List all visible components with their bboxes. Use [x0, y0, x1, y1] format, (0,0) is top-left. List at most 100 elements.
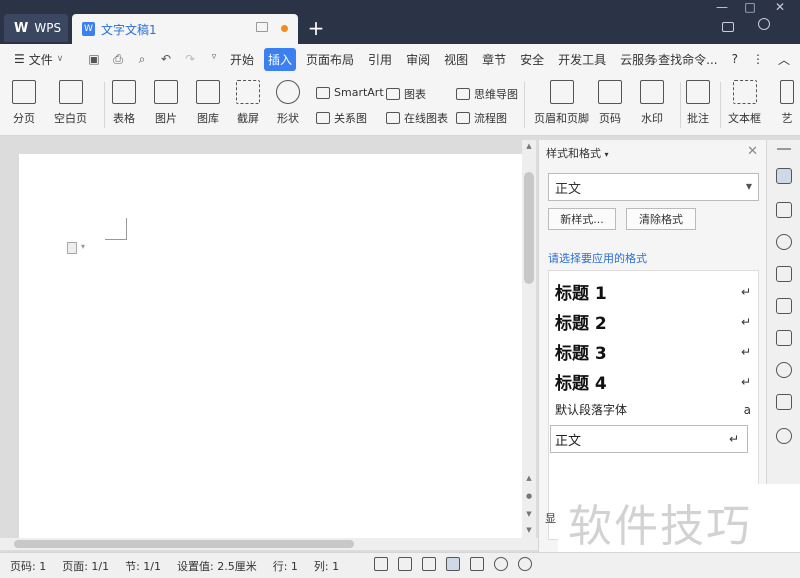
- eye-protection-icon[interactable]: [518, 557, 532, 571]
- show-option-label[interactable]: 显: [545, 510, 556, 526]
- customize-chevron-icon[interactable]: ▿: [206, 52, 222, 67]
- shape-button[interactable]: 形状: [276, 80, 300, 126]
- page-view-icon[interactable]: [446, 557, 460, 571]
- mindmap-button[interactable]: 思维导图: [456, 86, 518, 102]
- archive-icon[interactable]: [776, 394, 792, 410]
- select-cursor-icon[interactable]: [776, 202, 792, 218]
- online-chart-label: 在线图表: [404, 112, 448, 125]
- wordart-button[interactable]: 艺: [780, 80, 794, 126]
- status-pages[interactable]: 页面: 1/1: [62, 558, 109, 574]
- file-menu[interactable]: ☰ 文件 ∨: [0, 51, 80, 68]
- picture-panel-icon[interactable]: [776, 298, 792, 314]
- star-icon[interactable]: [776, 330, 792, 346]
- new-tab-button[interactable]: +: [306, 16, 326, 40]
- undo-icon[interactable]: ↶: [158, 52, 174, 67]
- help-icon[interactable]: ?: [732, 52, 738, 66]
- status-section[interactable]: 节: 1/1: [125, 558, 161, 574]
- tab-security[interactable]: 安全: [516, 48, 548, 71]
- comment-button[interactable]: 批注: [686, 80, 710, 126]
- styles-pen-icon[interactable]: [776, 168, 792, 184]
- flowchart-button[interactable]: 流程图: [456, 110, 507, 126]
- textbox-button[interactable]: 文本框: [728, 80, 761, 126]
- clear-format-button[interactable]: 清除格式: [626, 208, 696, 230]
- status-setting[interactable]: 设置值: 2.5厘米: [177, 558, 257, 574]
- status-column[interactable]: 列: 1: [314, 558, 339, 574]
- scroll-down-page-icon[interactable]: ▼: [522, 510, 536, 518]
- smartart-label: SmartArt: [334, 86, 384, 99]
- tab-page-layout[interactable]: 页面布局: [302, 48, 358, 71]
- tab-chapter[interactable]: 章节: [478, 48, 510, 71]
- style-heading-3[interactable]: 标题 3 ↵: [555, 339, 751, 364]
- document-tab[interactable]: W 文字文稿1: [72, 14, 298, 44]
- print-preview-icon[interactable]: ⌕: [134, 52, 150, 67]
- reading-mode-icon[interactable]: [398, 557, 412, 571]
- tab-developer[interactable]: 开发工具: [554, 48, 610, 71]
- tab-list-icon[interactable]: [722, 22, 734, 32]
- web-view-icon[interactable]: [494, 557, 508, 571]
- vertical-scrollbar[interactable]: ▲ ▲ ● ▼ ▼: [522, 140, 536, 538]
- style-heading-4[interactable]: 标题 4 ↵: [555, 369, 751, 394]
- style-heading-3-label: 标题 3: [555, 344, 607, 364]
- screenshot-button[interactable]: 截屏: [236, 80, 260, 126]
- pen-mode-icon[interactable]: [422, 557, 436, 571]
- chart-button[interactable]: 图表: [386, 86, 426, 102]
- command-search[interactable]: ⌕查找命令...: [651, 51, 717, 68]
- tab-references[interactable]: 引用: [364, 48, 396, 71]
- document-page[interactable]: ▾: [19, 154, 522, 538]
- tab-view[interactable]: 视图: [440, 48, 472, 71]
- print-icon[interactable]: ⎙: [110, 52, 126, 67]
- paste-options-chevron-icon[interactable]: ▾: [81, 242, 85, 251]
- new-style-button[interactable]: 新样式...: [548, 208, 616, 230]
- vertical-scroll-thumb[interactable]: [524, 172, 534, 284]
- monitor-icon[interactable]: [256, 22, 268, 32]
- fullscreen-icon[interactable]: [374, 557, 388, 571]
- tab-review[interactable]: 审阅: [402, 48, 434, 71]
- close-panel-icon[interactable]: ✕: [747, 144, 758, 159]
- save-icon[interactable]: ▣: [86, 52, 102, 67]
- horizontal-scrollbar[interactable]: [0, 538, 538, 550]
- current-style-select[interactable]: 正文 ▼: [548, 173, 759, 201]
- user-avatar-icon[interactable]: [758, 18, 770, 30]
- horizontal-scroll-thumb[interactable]: [14, 540, 354, 548]
- tab-home[interactable]: 开始: [226, 48, 258, 71]
- close-window-icon[interactable]: ✕: [766, 0, 794, 14]
- table-button[interactable]: 表格: [112, 80, 136, 126]
- redo-icon[interactable]: ↷: [182, 52, 198, 67]
- style-body-text[interactable]: 正文 ↵: [550, 425, 748, 453]
- page-break-button[interactable]: 分页: [12, 80, 36, 126]
- view-mode-icons: [374, 557, 532, 571]
- unsaved-dot-icon[interactable]: [281, 25, 288, 32]
- status-row[interactable]: 行: 1: [273, 558, 298, 574]
- maximize-icon[interactable]: □: [736, 0, 764, 14]
- picture-button[interactable]: 图片: [154, 80, 178, 126]
- share-icon[interactable]: [776, 362, 792, 378]
- wps-home-tab[interactable]: W WPS: [4, 14, 68, 42]
- smartart-button[interactable]: SmartArt: [316, 86, 384, 99]
- select-browse-icon[interactable]: ●: [522, 492, 536, 500]
- adjust-sliders-icon[interactable]: [776, 266, 792, 282]
- style-default-paragraph-font[interactable]: 默认段落字体 a: [555, 401, 751, 418]
- tab-insert[interactable]: 插入: [264, 47, 297, 71]
- status-page-number[interactable]: 页码: 1: [10, 558, 46, 574]
- paste-options-icon[interactable]: [67, 242, 77, 254]
- page-number-button[interactable]: 页码: [598, 80, 622, 126]
- blank-page-button[interactable]: 空白页: [54, 80, 87, 126]
- relation-chart-button[interactable]: 关系图: [316, 110, 367, 126]
- header-footer-button[interactable]: 页眉和页脚: [534, 80, 589, 126]
- scroll-up-icon[interactable]: ▲: [522, 142, 536, 150]
- history-icon[interactable]: [776, 428, 792, 444]
- more-icon[interactable]: ⋮: [752, 52, 764, 66]
- shapes-icon[interactable]: [776, 234, 792, 250]
- style-heading-1[interactable]: 标题 1 ↵: [555, 279, 751, 304]
- styles-panel-title[interactable]: 样式和格式 ▾: [546, 145, 609, 161]
- insert-ribbon: 分页 空白页 表格 图片 图库 截屏 形状 SmartArt 关系图 图表 在线…: [0, 74, 800, 136]
- scroll-up-page-icon[interactable]: ▲: [522, 474, 536, 482]
- outline-view-icon[interactable]: [470, 557, 484, 571]
- gallery-button[interactable]: 图库: [196, 80, 220, 126]
- minimize-icon[interactable]: —: [708, 0, 736, 14]
- style-heading-2[interactable]: 标题 2 ↵: [555, 309, 751, 334]
- scroll-down-icon[interactable]: ▼: [522, 526, 536, 534]
- watermark-button[interactable]: 水印: [640, 80, 664, 126]
- online-chart-button[interactable]: 在线图表: [386, 110, 448, 126]
- collapse-ribbon-icon[interactable]: ︿: [778, 51, 790, 68]
